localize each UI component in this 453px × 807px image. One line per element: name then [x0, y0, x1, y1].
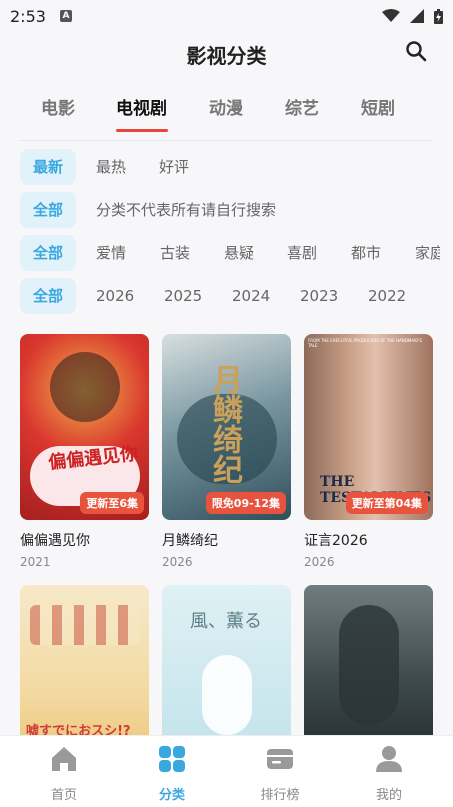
filter-year-2024[interactable]: 2024 — [232, 278, 270, 314]
drama-year: 2026 — [304, 555, 335, 569]
tab-tv-series[interactable]: 电视剧 — [116, 94, 167, 119]
drama-card[interactable]: 月鳞绮纪 限免09-12集 月鳞绮纪 2026 — [162, 334, 291, 569]
tab-variety[interactable]: 综艺 — [285, 94, 319, 119]
drama-poster[interactable]: FROM THE EXECUTIVE PRODUCERS OF THE HAND… — [304, 334, 433, 520]
nav-category[interactable]: 分类 — [132, 744, 212, 803]
sort-filter-row: 最新 最热 好评 — [20, 149, 440, 185]
drama-year: 2026 — [162, 555, 193, 569]
filter-genre-urban[interactable]: 都市 — [351, 235, 381, 271]
status-bar: 2:53 A — [0, 0, 453, 32]
episode-badge: 更新至6集 — [80, 492, 144, 514]
drama-card[interactable]: FROM THE EXECUTIVE PRODUCERS OF THE HAND… — [304, 334, 433, 569]
nav-home[interactable]: 首页 — [24, 744, 104, 803]
nav-ranking-label: 排行榜 — [260, 788, 300, 803]
divider — [20, 140, 433, 141]
poster-title-text: 風、薫る — [190, 611, 262, 632]
drama-poster[interactable]: 月鳞绮纪 限免09-12集 — [162, 334, 291, 520]
episode-badge: 限免09-12集 — [205, 492, 286, 514]
filter-year-all[interactable]: 全部 — [20, 278, 76, 314]
bottom-navigation: 首页 分类 排行榜 我的 — [0, 735, 453, 807]
tab-movie[interactable]: 电影 — [41, 94, 75, 119]
status-time: 2:53 — [10, 6, 46, 26]
nav-category-label: 分类 — [158, 788, 185, 803]
filter-genre-mystery[interactable]: 悬疑 — [224, 235, 254, 271]
battery-icon — [434, 8, 443, 24]
poster-tagline: FROM THE EXECUTIVE PRODUCERS OF THE HAND… — [308, 338, 423, 348]
wifi-icon — [382, 9, 400, 22]
drama-year: 2021 — [20, 555, 51, 569]
episode-badge: 更新至第04集 — [345, 492, 428, 514]
drama-card[interactable]: 偏偏遇见你 更新至6集 偏偏遇见你 2021 — [20, 334, 149, 569]
page-title: 影视分类 — [186, 44, 267, 68]
filter-genre-family[interactable]: 家庭 — [415, 235, 440, 271]
drama-title[interactable]: 证言2026 — [304, 530, 433, 550]
active-tab-indicator — [116, 129, 168, 132]
filter-notice-text: 分类不代表所有请自行搜索 — [96, 201, 277, 219]
filter-year-2025[interactable]: 2025 — [164, 278, 202, 314]
year-filter-row: 全部 2026 2025 2024 2023 2022 — [20, 278, 440, 314]
nav-profile-label: 我的 — [375, 788, 402, 803]
signal-icon — [410, 9, 424, 23]
filter-sort-top-rated[interactable]: 好评 — [159, 149, 189, 185]
drama-title[interactable]: 偏偏遇见你 — [20, 530, 149, 550]
tab-short-drama[interactable]: 短剧 — [361, 94, 395, 119]
search-icon[interactable] — [405, 40, 427, 62]
filter-year-2022[interactable]: 2022 — [368, 278, 406, 314]
filter-genre-costume[interactable]: 古装 — [160, 235, 190, 271]
filter-genre-comedy[interactable]: 喜剧 — [287, 235, 317, 271]
filter-year-2023[interactable]: 2023 — [300, 278, 338, 314]
filter-sort-latest[interactable]: 最新 — [20, 149, 76, 185]
filter-sort-hottest[interactable]: 最热 — [96, 149, 126, 185]
drama-poster[interactable]: 偏偏遇见你 更新至6集 — [20, 334, 149, 520]
filter-genre-all[interactable]: 全部 — [20, 235, 76, 271]
tab-anime[interactable]: 动漫 — [209, 94, 243, 119]
poster-title-text: 月鳞绮纪 — [207, 364, 242, 484]
nav-ranking[interactable]: 排行榜 — [240, 744, 320, 803]
header: 影视分类 — [0, 34, 453, 74]
notice-filter-row: 全部 分类不代表所有请自行搜索 — [20, 192, 440, 228]
drama-title[interactable]: 月鳞绮纪 — [162, 530, 291, 550]
filter-year-2026[interactable]: 2026 — [96, 278, 134, 314]
filter-genre-romance[interactable]: 爱情 — [96, 235, 126, 271]
nav-home-label: 首页 — [50, 788, 77, 803]
nav-profile[interactable]: 我的 — [349, 744, 429, 803]
profile-icon — [376, 746, 402, 772]
category-tabs: 电影 电视剧 动漫 综艺 短剧 — [0, 86, 453, 136]
category-icon — [159, 746, 185, 772]
notification-icon: A — [59, 10, 72, 22]
home-icon — [52, 747, 76, 771]
filter-all[interactable]: 全部 — [20, 192, 76, 228]
ranking-icon — [267, 749, 293, 769]
genre-filter-row: 全部 爱情 古装 悬疑 喜剧 都市 家庭 — [20, 235, 440, 271]
